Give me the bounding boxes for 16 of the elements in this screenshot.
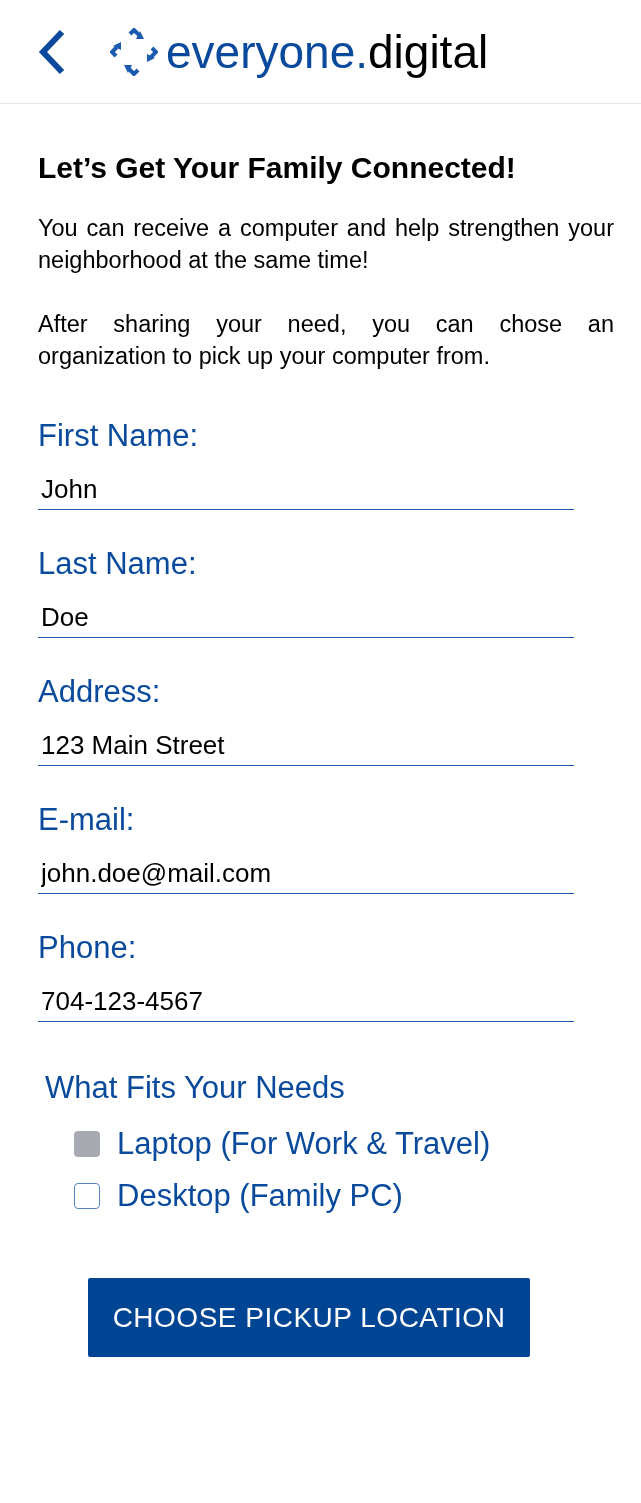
page-heading: Let’s Get Your Family Connected! bbox=[38, 150, 517, 186]
intro-paragraph: You can receive a computer and help strengthen your neighborhood at the same time! bbox=[38, 214, 614, 275]
logo-icon bbox=[110, 27, 158, 76]
field-label: Last Name: bbox=[38, 545, 197, 583]
field-label: Address: bbox=[38, 673, 161, 711]
field-label: E-mail: bbox=[38, 801, 135, 839]
field-label: Phone: bbox=[38, 929, 137, 967]
choose-location-button[interactable]: CHOOSE PICKUP LOCATION bbox=[88, 1278, 530, 1357]
field-label: First Name: bbox=[38, 417, 199, 455]
checkbox[interactable] bbox=[74, 1183, 100, 1209]
checkbox-label[interactable]: Laptop (For Work & Travel) bbox=[117, 1122, 491, 1166]
section-title: What Fits Your Needs bbox=[45, 1070, 345, 1105]
checkbox[interactable] bbox=[74, 1131, 100, 1157]
back-icon bbox=[38, 28, 66, 75]
intro-paragraph: After sharing your need, you can chose an organization to pick up your computer from. bbox=[38, 310, 614, 371]
checkbox-label[interactable]: Desktop (Family PC) bbox=[117, 1174, 403, 1218]
